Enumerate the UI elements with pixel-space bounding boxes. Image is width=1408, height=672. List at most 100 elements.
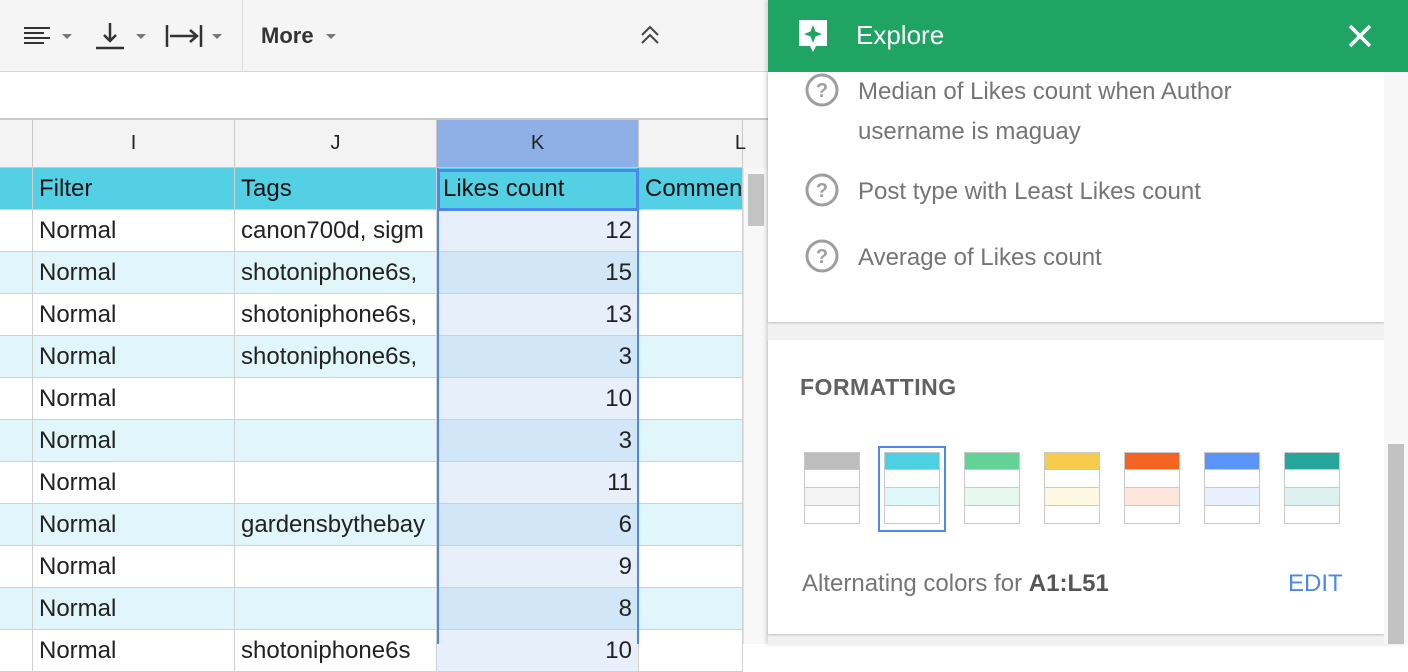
cell-likes[interactable]: 15 <box>437 252 639 294</box>
close-icon[interactable] <box>1344 20 1376 52</box>
cell[interactable] <box>639 462 743 504</box>
cell-filter[interactable]: Normal <box>33 336 235 378</box>
cell[interactable] <box>0 630 33 672</box>
cell[interactable] <box>639 336 743 378</box>
valign-bottom-icon <box>96 23 124 50</box>
cell-tags[interactable]: shotoniphone6s, <box>235 336 437 378</box>
cell-likes[interactable]: 3 <box>437 420 639 462</box>
cell-likes[interactable]: 13 <box>437 294 639 336</box>
column-headers: I J K L <box>0 120 768 168</box>
header-cell[interactable]: Commen <box>639 168 743 210</box>
cell-tags[interactable] <box>235 588 437 630</box>
cell-filter[interactable]: Normal <box>33 294 235 336</box>
header-cell[interactable] <box>0 168 33 210</box>
cell-filter[interactable]: Normal <box>33 420 235 462</box>
more-button[interactable]: More <box>261 14 336 58</box>
collapse-toolbar-button[interactable] <box>638 14 662 58</box>
align-left-icon <box>24 27 50 44</box>
cell[interactable] <box>0 210 33 252</box>
cell-likes[interactable]: 3 <box>437 336 639 378</box>
panel-scrollbar[interactable] <box>1384 72 1408 644</box>
cell-filter[interactable]: Normal <box>33 630 235 672</box>
edit-link[interactable]: EDIT <box>1288 570 1343 598</box>
cell[interactable] <box>0 462 33 504</box>
text-wrapping-button[interactable] <box>164 14 222 58</box>
cell-tags[interactable]: gardensbythebay <box>235 504 437 546</box>
cell-likes[interactable]: 6 <box>437 504 639 546</box>
color-swatch[interactable] <box>964 452 1020 526</box>
cell[interactable] <box>0 336 33 378</box>
formula-bar[interactable] <box>0 72 768 120</box>
column-header-l-label: L <box>734 132 746 154</box>
swatch-row-band <box>1204 470 1260 488</box>
color-swatch[interactable] <box>1204 452 1260 526</box>
cell[interactable] <box>639 378 743 420</box>
cell[interactable] <box>0 378 33 420</box>
cell-filter[interactable]: Normal <box>33 546 235 588</box>
swatch-row-band <box>1204 488 1260 506</box>
cell[interactable] <box>0 504 33 546</box>
column-header-k[interactable]: K <box>437 120 639 168</box>
horizontal-align-button[interactable] <box>22 14 72 58</box>
swatch-row-band <box>804 470 860 488</box>
color-swatch[interactable] <box>804 452 860 526</box>
swatch-row-band <box>1124 470 1180 488</box>
cell-likes[interactable]: 9 <box>437 546 639 588</box>
header-cell[interactable]: Likes count <box>437 168 639 210</box>
cell-filter[interactable]: Normal <box>33 252 235 294</box>
cell-filter[interactable]: Normal <box>33 588 235 630</box>
cell[interactable] <box>639 630 743 672</box>
question-text: Post type with Least Likes count <box>858 178 1201 205</box>
cell-filter[interactable]: Normal <box>33 504 235 546</box>
column-header-i[interactable]: I <box>33 120 235 168</box>
cell-filter[interactable]: Normal <box>33 378 235 420</box>
color-swatch[interactable] <box>878 446 946 532</box>
chevron-down-icon <box>212 33 222 39</box>
cell-tags[interactable]: shotoniphone6s, <box>235 294 437 336</box>
header-cell[interactable]: Filter <box>33 168 235 210</box>
column-header-j[interactable]: J <box>235 120 437 168</box>
cell-likes[interactable]: 8 <box>437 588 639 630</box>
cell[interactable] <box>639 588 743 630</box>
cell-tags[interactable] <box>235 420 437 462</box>
cell[interactable] <box>0 588 33 630</box>
question-item[interactable]: ? Average of Likes count <box>804 238 1102 278</box>
cell-likes[interactable]: 10 <box>437 378 639 420</box>
color-swatch[interactable] <box>1044 452 1100 526</box>
question-text: Median of Likes count when Author userna… <box>858 72 1232 152</box>
cell-filter[interactable]: Normal <box>33 462 235 504</box>
cell-tags[interactable]: canon700d, sigm <box>235 210 437 252</box>
cell-likes[interactable]: 11 <box>437 462 639 504</box>
sheet-scroll-thumb[interactable] <box>748 174 764 226</box>
cell-tags[interactable]: shotoniphone6s, <box>235 252 437 294</box>
question-item[interactable]: ? Median of Likes count when Author user… <box>804 72 1232 152</box>
panel-scroll-thumb[interactable] <box>1388 444 1404 644</box>
cell[interactable] <box>0 294 33 336</box>
color-swatch[interactable] <box>1124 452 1180 526</box>
sheet-vertical-scrollbar[interactable] <box>743 168 768 644</box>
vertical-align-button[interactable] <box>92 14 146 58</box>
cell[interactable] <box>0 420 33 462</box>
column-header-l[interactable]: L <box>639 120 746 168</box>
cell-likes[interactable]: 10 <box>437 630 639 672</box>
question-item[interactable]: ? Post type with Least Likes count <box>804 172 1201 212</box>
header-cell[interactable]: Tags <box>235 168 437 210</box>
cell-tags[interactable] <box>235 546 437 588</box>
cell-tags[interactable] <box>235 378 437 420</box>
cell-filter[interactable]: Normal <box>33 210 235 252</box>
column-header-partial[interactable] <box>0 120 33 168</box>
cell[interactable] <box>639 294 743 336</box>
cell[interactable] <box>639 504 743 546</box>
cell[interactable] <box>639 546 743 588</box>
swatch-row-band <box>884 506 940 524</box>
cell-tags[interactable]: shotoniphone6s <box>235 630 437 672</box>
cell[interactable] <box>639 210 743 252</box>
cell[interactable] <box>639 252 743 294</box>
color-swatch[interactable] <box>1284 452 1340 526</box>
cell[interactable] <box>639 420 743 462</box>
cell-tags[interactable] <box>235 462 437 504</box>
cell[interactable] <box>0 252 33 294</box>
cell-likes[interactable]: 12 <box>437 210 639 252</box>
cell[interactable] <box>0 546 33 588</box>
chevron-down-icon <box>325 33 336 39</box>
